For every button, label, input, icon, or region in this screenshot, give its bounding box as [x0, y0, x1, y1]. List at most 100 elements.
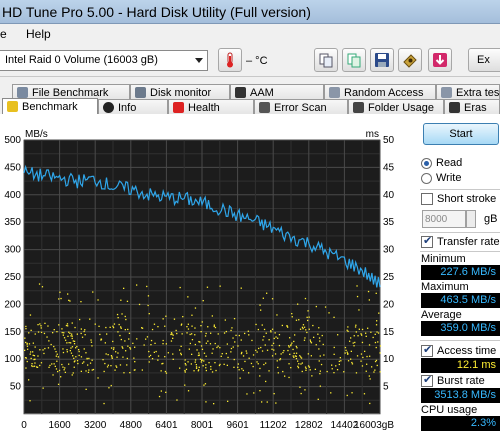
access-time-point — [347, 353, 349, 355]
access-time-point — [191, 325, 193, 327]
access-time-point — [259, 304, 261, 306]
save-button[interactable] — [370, 48, 394, 72]
access-time-point — [116, 313, 119, 316]
access-time-point — [376, 320, 378, 322]
access-time-point — [115, 351, 117, 353]
access-time-point — [307, 310, 309, 312]
access-time-point — [87, 371, 90, 373]
access-time-point — [158, 395, 161, 398]
tab-info[interactable]: Info — [98, 99, 168, 115]
access-time-point — [278, 334, 281, 336]
start-button[interactable]: Start — [423, 123, 499, 145]
access-time-point — [191, 333, 193, 335]
copy-button[interactable] — [314, 48, 338, 72]
burst-rate-checkbox[interactable] — [421, 373, 433, 387]
access-time-point — [173, 318, 176, 320]
access-time-point — [42, 387, 44, 389]
access-time-point — [307, 353, 309, 355]
transfer-rate-checkbox[interactable] — [421, 234, 433, 248]
y2-axis-unit-label: ms — [366, 129, 379, 140]
access-time-point — [263, 363, 265, 366]
access-time-point — [62, 351, 65, 354]
short-stroke-input[interactable]: 8000 — [422, 210, 466, 228]
access-time-point — [120, 299, 122, 301]
access-time-point — [362, 356, 364, 359]
tab-extra-tests[interactable]: Extra tests — [436, 84, 500, 100]
access-time-point — [70, 342, 72, 344]
short-stroke-stepper[interactable] — [466, 210, 476, 228]
access-time-point — [204, 383, 207, 385]
access-time-point — [232, 346, 234, 348]
write-label: Write — [436, 172, 462, 184]
access-time-point — [79, 318, 81, 321]
tab-erase[interactable]: Eras — [444, 99, 500, 115]
tab-disk-monitor[interactable]: Disk monitor — [130, 84, 230, 100]
access-time-point — [206, 286, 209, 288]
write-radio[interactable] — [421, 173, 432, 184]
access-time-point — [213, 324, 215, 326]
access-time-point — [301, 370, 303, 373]
menu-file[interactable]: e — [0, 27, 7, 41]
access-time-point — [108, 387, 110, 389]
access-time-point — [60, 297, 62, 300]
average-value: 359.0 MB/s — [421, 321, 500, 336]
exit-button[interactable]: Ex — [468, 48, 500, 72]
divider — [420, 340, 500, 341]
access-time-point — [147, 304, 149, 307]
access-time-point — [36, 366, 38, 368]
access-time-point — [336, 369, 339, 371]
access-time-point — [91, 369, 93, 371]
x-tick-label: 8001 — [191, 420, 214, 431]
access-time-point — [338, 360, 340, 362]
read-radio[interactable] — [421, 158, 432, 169]
short-stroke-value: 8000 — [425, 214, 448, 225]
access-time-point — [55, 355, 57, 357]
tab-error-scan[interactable]: Error Scan — [254, 99, 348, 115]
access-time-point — [331, 364, 333, 366]
access-time-point — [368, 375, 370, 377]
access-time-point — [271, 298, 274, 300]
x-tick-label: 12802 — [295, 420, 323, 431]
access-time-point — [52, 332, 54, 334]
drive-select[interactable]: Intel Raid 0 Volume (16003 gB) — [0, 50, 208, 71]
access-time-point — [273, 393, 275, 395]
access-time-point — [376, 364, 378, 367]
access-time-point — [213, 325, 215, 328]
access-time-checkbox[interactable] — [421, 343, 433, 357]
copy-all-icon — [347, 53, 361, 68]
download-button[interactable] — [428, 48, 452, 72]
access-time-point — [198, 369, 200, 371]
access-time-point — [160, 390, 162, 392]
tab-health[interactable]: Health — [168, 99, 254, 115]
access-time-point — [309, 339, 311, 341]
access-time-point — [48, 366, 50, 368]
access-time-point — [191, 353, 193, 355]
short-stroke-checkbox[interactable] — [421, 193, 433, 205]
y2-tick-label: 40 — [383, 190, 395, 201]
tab-folder-usage[interactable]: Folder Usage — [348, 99, 444, 115]
read-label: Read — [436, 157, 463, 169]
access-time-point — [198, 341, 200, 343]
access-time-point — [118, 323, 120, 326]
access-time-point — [365, 332, 367, 334]
access-time-point — [58, 369, 61, 372]
menu-help[interactable]: Help — [26, 27, 51, 41]
access-time-point — [150, 339, 153, 342]
copy-all-button[interactable] — [342, 48, 366, 72]
access-time-point — [300, 363, 302, 365]
folder-icon — [353, 102, 364, 113]
tab-random-access[interactable]: Random Access — [324, 84, 436, 100]
access-time-point — [353, 335, 355, 337]
tab-aam[interactable]: AAM — [230, 84, 324, 100]
screenshot-button[interactable] — [398, 48, 422, 72]
access-time-point — [275, 336, 277, 338]
temperature-button[interactable] — [218, 48, 242, 72]
access-time-point — [80, 332, 82, 335]
access-time-point — [358, 309, 360, 311]
cpu-usage-label: CPU usage — [421, 404, 478, 416]
access-time-point — [31, 363, 33, 365]
access-time-point — [351, 361, 353, 364]
access-time-point — [77, 362, 79, 365]
access-time-point — [246, 393, 248, 395]
access-time-point — [54, 365, 56, 367]
